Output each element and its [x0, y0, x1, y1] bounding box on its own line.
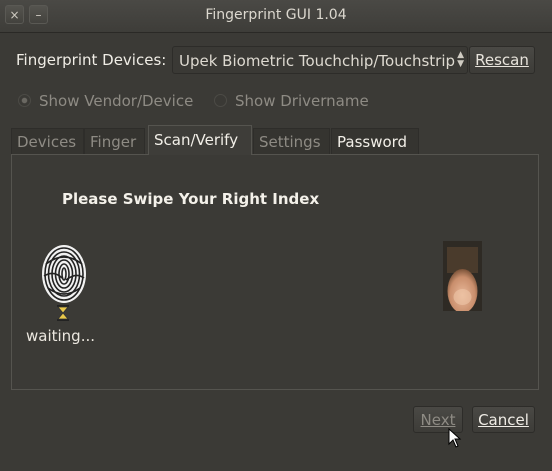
radio-label: Show Vendor/Device — [39, 92, 194, 110]
scan-status: waiting... — [26, 327, 96, 345]
title-bar: × – Fingerprint GUI 1.04 — [0, 0, 552, 33]
radio-label: Show Drivername — [235, 92, 369, 110]
finger-image — [443, 241, 482, 311]
tab-devices[interactable]: Devices — [11, 128, 84, 154]
tab-settings[interactable]: Settings — [253, 128, 330, 154]
spin-arrows-icon: ▲ ▼ — [457, 50, 464, 69]
next-label: Next — [420, 411, 456, 429]
radio-unselected-icon — [214, 94, 227, 107]
device-select-value: Upek Biometric Touchchip/Touchstrip — [179, 52, 455, 70]
devices-label: Fingerprint Devices: — [16, 51, 167, 69]
swipe-instruction: Please Swipe Your Right Index — [62, 190, 320, 208]
tab-finger[interactable]: Finger — [84, 128, 145, 154]
fingerprint-icon — [42, 245, 86, 303]
mouse-cursor — [448, 428, 462, 448]
tab-scan-verify[interactable]: Scan/Verify — [148, 125, 252, 155]
cancel-label: Cancel — [478, 411, 529, 429]
rescan-button[interactable]: Rescan — [469, 46, 535, 74]
tab-password[interactable]: Password — [331, 128, 419, 154]
device-select[interactable]: Upek Biometric Touchchip/Touchstrip ▲ ▼ — [172, 46, 468, 74]
hourglass-icon — [57, 305, 69, 321]
radio-show-vendor-device[interactable]: Show Vendor/Device — [18, 92, 193, 110]
cancel-button[interactable]: Cancel — [472, 406, 535, 433]
radio-selected-icon — [18, 94, 31, 107]
rescan-label: Rescan — [475, 51, 529, 69]
window-title: Fingerprint GUI 1.04 — [205, 7, 347, 23]
radio-show-drivername[interactable]: Show Drivername — [214, 92, 369, 110]
